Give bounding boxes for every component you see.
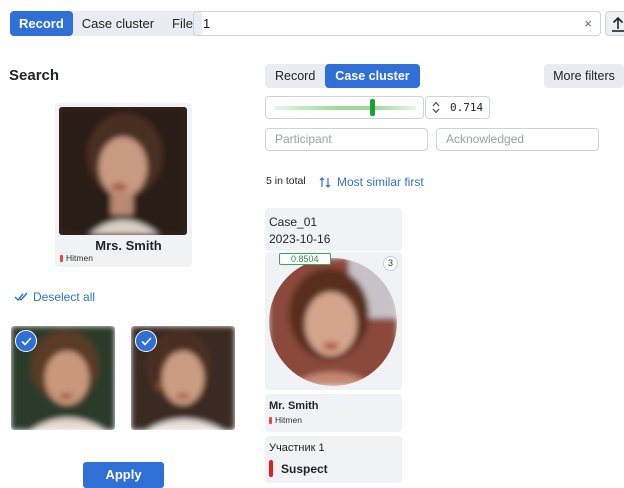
upload-icon [612,16,624,32]
case-photo [269,258,397,386]
person-tag: Hitmen [269,415,402,425]
participant-label: Участник 1 [269,442,325,454]
search-bar: × [193,11,601,36]
case-name: Case_01 [269,215,318,229]
sort-icon [319,176,331,188]
sort-label: Most similar first [337,175,424,189]
tag-marker [269,416,272,424]
person-name: Mr. Smith [269,400,319,412]
threshold-slider[interactable] [265,96,424,119]
photo-count-badge: 3 [383,256,398,271]
upload-button[interactable] [605,11,624,36]
search-input[interactable] [194,12,564,35]
status-badge: Suspect [269,460,402,477]
query-tag: Hitmen [60,253,93,263]
slider-handle[interactable] [370,99,375,116]
tab-record[interactable]: Record [10,11,73,36]
check-icon[interactable] [135,330,157,352]
query-name: Mrs. Smith [95,238,162,253]
deselect-all-button[interactable]: Deselect all [14,290,95,304]
threshold-value: 0.714 [450,101,484,114]
up-down-icon [432,101,440,114]
result-tabs: Record Case cluster [265,64,420,88]
sort-button[interactable]: Most similar first [319,175,424,189]
tag-label: Hitmen [66,253,93,263]
deselect-label: Deselect all [33,290,96,304]
person-card[interactable]: Mr. Smith Hitmen [265,394,402,432]
case-date: 2023-10-16 [269,232,331,246]
status-label: Suspect [281,461,328,476]
tag-marker [60,254,63,262]
participant-card[interactable]: Участник 1 Suspect [265,436,402,483]
status-marker [269,460,273,477]
case-photo-card[interactable]: 0.8504 3 [265,252,402,390]
double-check-icon [14,292,28,302]
more-filters-button[interactable]: More filters [544,64,624,88]
selected-thumbnail[interactable] [131,326,235,430]
tab-case-cluster[interactable]: Case cluster [325,64,420,88]
selected-thumbnail[interactable] [11,326,115,430]
tag-label: Hitmen [275,415,302,425]
participant-field[interactable]: Participant [265,128,428,151]
tab-record[interactable]: Record [265,64,325,88]
source-tabs: Record Case cluster File [10,11,202,36]
check-icon[interactable] [15,330,37,352]
apply-button[interactable]: Apply [83,462,164,488]
slider-track [274,106,416,110]
tab-case-cluster[interactable]: Case cluster [73,11,163,36]
threshold-stepper[interactable]: 0.714 [425,96,490,119]
query-card: Mrs. Smith Hitmen [55,103,192,267]
query-photo [59,107,187,235]
page-title: Search [9,67,60,84]
similarity-score: 0.8504 [279,253,331,265]
acknowledged-field[interactable]: Acknowledged [436,128,599,151]
result-count: 5 in total [266,175,306,187]
case-header[interactable]: Case_01 2023-10-16 [265,208,402,251]
clear-icon[interactable]: × [584,16,592,31]
